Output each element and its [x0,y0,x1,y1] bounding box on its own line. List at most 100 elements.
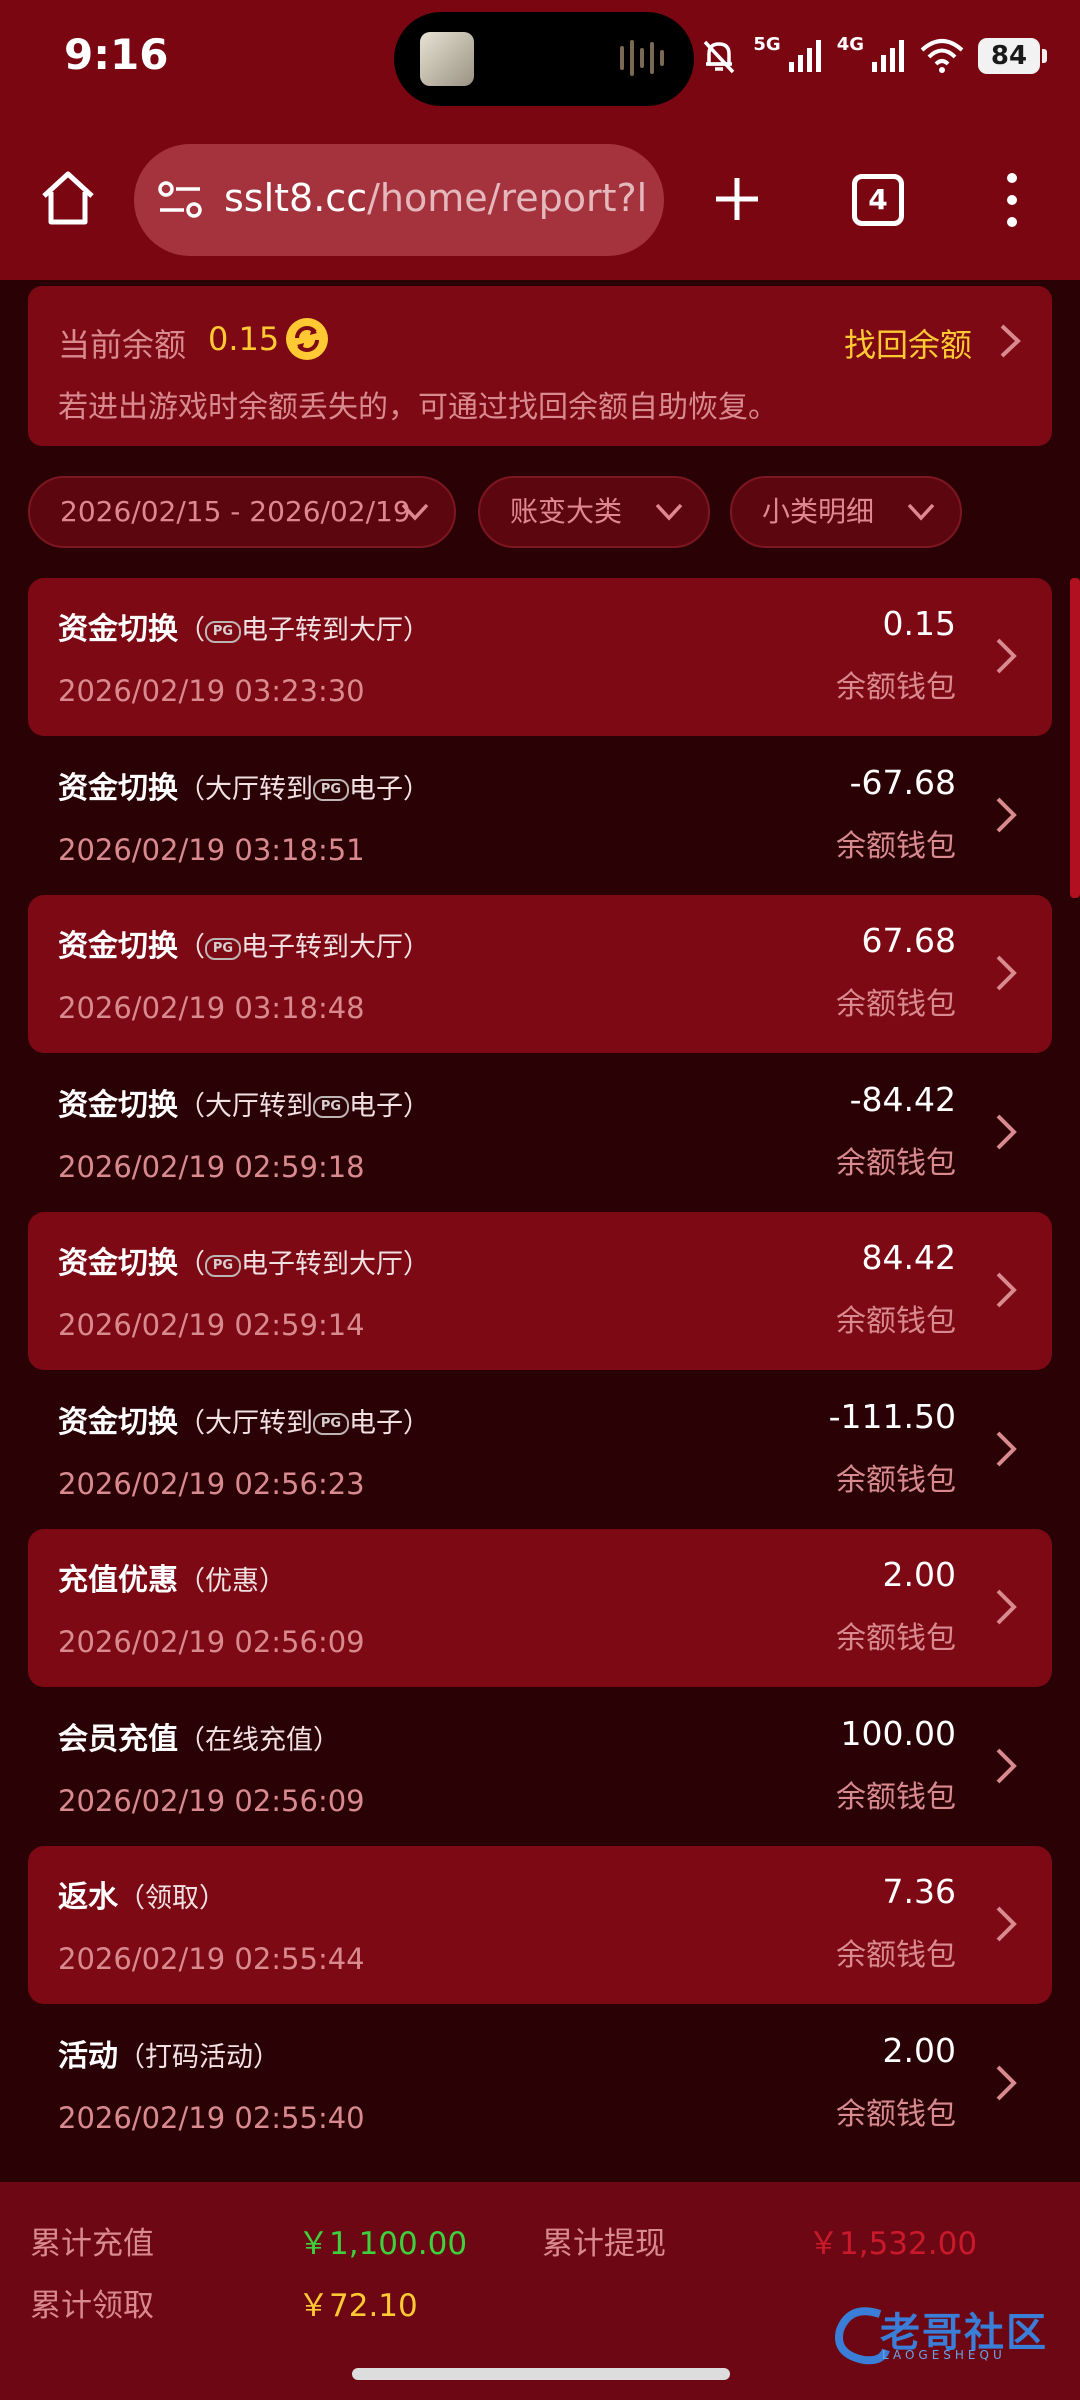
recover-balance-link[interactable]: 找回余额 [844,320,972,366]
record-row[interactable]: 返水（领取） 2026/02/19 02:55:44 7.36 余额钱包 [28,1846,1052,2004]
record-title: 资金切换（ PG 电子转到大厅） [58,1238,430,1282]
record-subtitle: （大厅转到 PG 电子） [178,1091,430,1122]
record-subtitle: （优惠） [178,1566,286,1597]
record-row[interactable]: 资金切换（大厅转到 PG 电子） 2026/02/19 02:59:18 -84.42 余… [28,1054,1052,1212]
record-type: 资金切换 [58,1404,178,1440]
home-indicator[interactable] [352,2368,730,2380]
refresh-icon[interactable] [284,316,330,362]
category-filter[interactable]: 账变大类 [478,476,710,548]
url-bar[interactable]: sslt8.cc/home/report?l [134,144,664,256]
home-icon[interactable] [38,168,98,228]
record-type: 资金切换 [58,612,178,647]
balance-tip: 若进出游戏时余额丢失的，可通过找回余额自助恢复。 [58,390,778,425]
balance-value: 0.15 [208,320,280,358]
record-amount: -111.50 [828,1396,956,1436]
balance-label: 当前余额 [58,326,187,364]
record-row[interactable]: 资金切换（大厅转到 PG 电子） 2026/02/19 02:56:23 -111.50… [28,1371,1052,1529]
chevron-right-icon[interactable] [994,1112,1018,1152]
url-domain: sslt8.cc [224,176,368,220]
chevron-right-icon[interactable] [998,322,1022,360]
scrollbar[interactable] [1070,578,1080,898]
network-4g-label: 4G [836,33,864,55]
record-date: 2026/02/19 02:56:23 [58,1466,365,1501]
record-row[interactable]: 资金切换（ PG 电子转到大厅） 2026/02/19 03:18:48 67.68 余额… [28,895,1052,1053]
record-subtitle-prefix: （打码活动） [118,2041,280,2073]
record-wallet: 余额钱包 [836,1621,956,1656]
record-date: 2026/02/19 02:56:09 [58,1625,365,1659]
record-date: 2026/02/19 03:23:30 [58,674,365,708]
total-claim-value: ￥72.10 [298,2288,418,2324]
record-type: 资金切换 [58,1246,178,1281]
record-row[interactable]: 资金切换（大厅转到 PG 电子） 2026/02/19 03:18:51 -67.68 余… [28,737,1052,895]
record-subtitle-prefix: （大厅转到 [178,1090,313,1122]
record-row[interactable]: 资金切换（ PG 电子转到大厅） 2026/02/19 03:23:30 0.15 余额钱… [28,578,1052,736]
total-withdraw-label: 累计提现 [542,2226,666,2262]
record-subtitle: （领取） [118,1883,226,1914]
record-date: 2026/02/19 02:59:18 [58,1149,365,1184]
record-title: 资金切换（大厅转到 PG 电子） [58,1397,430,1441]
record-subtitle-prefix: （领取） [118,1883,226,1914]
record-type: 充值优惠 [58,1563,178,1598]
record-subtitle-text: 电子） [349,1090,430,1122]
wifi-icon [920,39,964,73]
chevron-right-icon[interactable] [994,1587,1018,1627]
record-subtitle: （在线充值） [178,1725,340,1756]
record-subtitle: （PG 电子转到大厅） [178,932,430,963]
record-subtitle: （PG 电子转到大厅） [178,615,430,646]
record-date: 2026/02/19 02:56:09 [58,1783,365,1818]
browser-toolbar: sslt8.cc/home/report?l 4 [0,118,1080,280]
record-amount: -84.42 [849,1079,956,1119]
chevron-right-icon[interactable] [994,2063,1018,2103]
site-settings-icon[interactable] [156,178,206,222]
record-date: 2026/02/19 02:55:40 [58,2100,365,2135]
chevron-down-icon [401,503,429,521]
chevron-right-icon[interactable] [994,953,1018,993]
more-menu-icon[interactable] [1000,170,1024,230]
record-row[interactable]: 充值优惠（优惠） 2026/02/19 02:56:09 2.00 余额钱包 [28,1529,1052,1687]
record-subtitle-text: 电子转到大厅） [241,615,430,646]
chevron-right-icon[interactable] [994,1270,1018,1310]
record-title: 资金切换（ PG 电子转到大厅） [58,921,430,965]
chevron-right-icon[interactable] [994,1429,1018,1469]
status-icons: 5G 4G 84 [699,28,1047,84]
record-row[interactable]: 活动（打码活动） 2026/02/19 02:55:40 2.00 余额钱包 [28,2005,1052,2163]
record-title: 资金切换（大厅转到 PG 电子） [58,763,430,807]
record-row[interactable]: 资金切换（ PG 电子转到大厅） 2026/02/19 02:59:14 84.42 余额… [28,1212,1052,1370]
chevron-right-icon[interactable] [994,795,1018,835]
record-subtitle: （PG 电子转到大厅） [178,1249,430,1280]
tab-switcher-button[interactable]: 4 [852,174,904,226]
new-tab-icon[interactable] [712,174,762,224]
record-type: 返水 [58,1880,118,1915]
audio-wave-icon [620,40,664,76]
record-amount: 84.42 [861,1238,956,1277]
subcategory-filter-text: 小类明细 [762,495,875,528]
record-amount: 0.15 [882,604,956,643]
pg-badge-icon: PG [205,937,241,960]
record-amount: 7.36 [882,1872,956,1911]
record-amount: 2.00 [882,1555,956,1594]
report-content[interactable]: 当前余额 0.15 找回余额 若进出游戏时余额丢失的，可通过找回余额自助恢复。 … [0,280,1080,2182]
record-row[interactable]: 会员充值（在线充值） 2026/02/19 02:56:09 100.00 余额钱包 [28,1688,1052,1846]
watermark-subtext: LAOGESHEQU [882,2348,1006,2362]
chevron-right-icon[interactable] [994,1746,1018,1786]
signal-icon [788,40,821,72]
record-title: 活动（打码活动） [58,2031,280,2075]
record-type: 资金切换 [58,770,178,806]
record-title: 资金切换（ PG 电子转到大厅） [58,604,430,648]
record-amount: 100.00 [840,1713,956,1753]
record-wallet: 余额钱包 [836,1462,956,1498]
chevron-right-icon[interactable] [994,636,1018,676]
date-range-filter[interactable]: 2026/02/15 - 2026/02/19 [28,476,456,548]
pg-badge-icon: PG [205,620,241,643]
record-subtitle-text: 电子转到大厅） [241,932,430,963]
balance-card: 当前余额 0.15 找回余额 若进出游戏时余额丢失的，可通过找回余额自助恢复。 [28,286,1052,446]
filter-bar: 2026/02/15 - 2026/02/19 账变大类 小类明细 [28,476,1058,548]
record-subtitle-prefix: （大厅转到 [178,773,313,805]
subcategory-filter[interactable]: 小类明细 [730,476,962,548]
dynamic-island[interactable] [394,12,694,106]
record-wallet: 余额钱包 [836,1938,956,1973]
record-type: 资金切换 [58,1087,178,1123]
record-subtitle-prefix: （在线充值） [178,1724,340,1756]
chevron-right-icon[interactable] [994,1904,1018,1944]
total-deposit-value: ￥1,100.00 [298,2226,468,2262]
